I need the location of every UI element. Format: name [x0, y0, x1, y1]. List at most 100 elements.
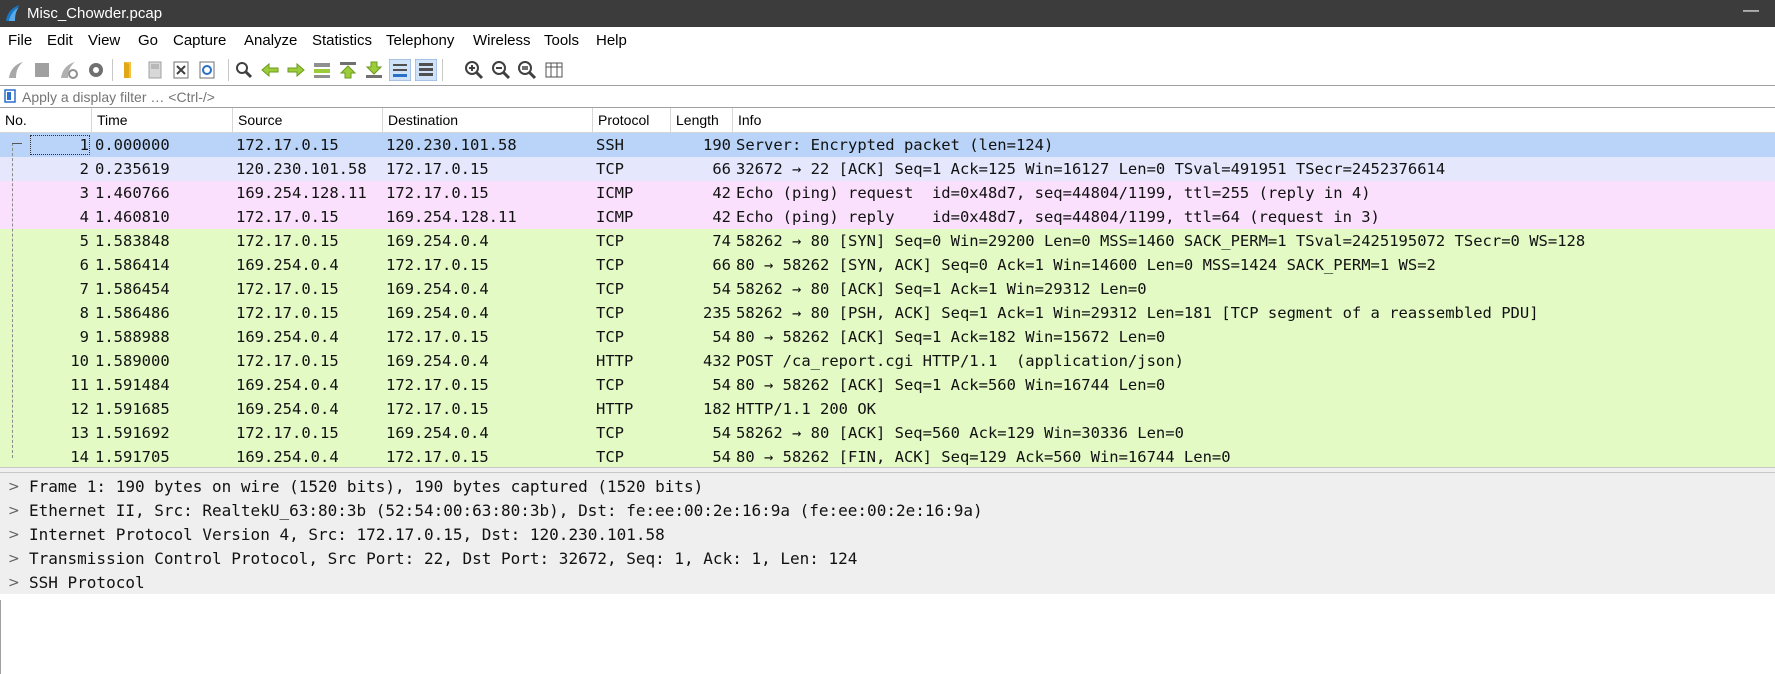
- resize-columns-icon[interactable]: [543, 59, 565, 81]
- packet-row[interactable]: 13 1.591692 172.17.0.15 169.254.0.4 TCP …: [0, 421, 1775, 445]
- column-no[interactable]: No.: [0, 108, 92, 132]
- packet-info: 58262 → 80 [ACK] Seq=1 Ack=1 Win=29312 L…: [736, 280, 1147, 298]
- packet-row[interactable]: 14 1.591705 169.254.0.4 172.17.0.15 TCP …: [0, 445, 1775, 467]
- bookmark-icon[interactable]: [4, 89, 17, 103]
- packet-no: 2: [79, 160, 89, 178]
- chevron-right-icon[interactable]: >: [8, 571, 20, 595]
- menu-capture[interactable]: Capture: [173, 31, 226, 50]
- packet-info: 58262 → 80 [SYN] Seq=0 Win=29200 Len=0 M…: [736, 232, 1586, 250]
- packet-length: 54: [712, 424, 731, 442]
- packet-no: 7: [79, 280, 89, 298]
- column-destination[interactable]: Destination: [383, 108, 593, 132]
- wireshark-fin-icon: [6, 5, 20, 21]
- packet-time: 1.460810: [95, 208, 170, 226]
- packet-protocol: TCP: [596, 256, 624, 274]
- packet-time: 1.591705: [95, 448, 170, 466]
- packet-row[interactable]: 3 1.460766 169.254.128.11 172.17.0.15 IC…: [0, 181, 1775, 205]
- packet-row[interactable]: 12 1.591685 169.254.0.4 172.17.0.15 HTTP…: [0, 397, 1775, 421]
- chevron-right-icon[interactable]: >: [8, 523, 20, 547]
- packet-protocol: ICMP: [596, 184, 634, 202]
- detail-tree-item[interactable]: > Ethernet II, Src: RealtekU_63:80:3b (5…: [0, 499, 1775, 523]
- packet-details-pane: > Frame 1: 190 bytes on wire (1520 bits)…: [0, 473, 1775, 674]
- packet-info: 80 → 58262 [ACK] Seq=1 Ack=560 Win=16744…: [736, 376, 1166, 394]
- detail-text: Frame 1: 190 bytes on wire (1520 bits), …: [29, 477, 704, 496]
- menu-telephony[interactable]: Telephony: [386, 31, 454, 50]
- restart-capture-icon[interactable]: [57, 59, 79, 81]
- packet-no: 9: [79, 328, 89, 346]
- packet-row[interactable]: 8 1.586486 172.17.0.15 169.254.0.4 TCP 2…: [0, 301, 1775, 325]
- capture-options-icon[interactable]: [85, 59, 107, 81]
- chevron-right-icon[interactable]: >: [8, 475, 20, 499]
- column-length[interactable]: Length: [671, 108, 733, 132]
- packet-protocol: TCP: [596, 424, 624, 442]
- menu-file[interactable]: File: [8, 31, 32, 50]
- packet-destination: 120.230.101.58: [386, 136, 517, 154]
- zoom-in-icon[interactable]: [463, 59, 485, 81]
- display-filter-input[interactable]: [22, 86, 1767, 107]
- packet-protocol: TCP: [596, 328, 624, 346]
- packet-time: 1.586486: [95, 304, 170, 322]
- go-first-packet-icon[interactable]: [337, 59, 359, 81]
- packet-no: 5: [79, 232, 89, 250]
- find-packet-icon[interactable]: [233, 59, 255, 81]
- packet-source: 169.254.128.11: [236, 184, 367, 202]
- start-capture-icon[interactable]: [5, 59, 27, 81]
- packet-destination: 172.17.0.15: [386, 376, 489, 394]
- go-forward-icon[interactable]: [285, 59, 307, 81]
- packet-row[interactable]: 6 1.586414 169.254.0.4 172.17.0.15 TCP 6…: [0, 253, 1775, 277]
- detail-tree-item[interactable]: > Transmission Control Protocol, Src Por…: [0, 547, 1775, 571]
- column-time[interactable]: Time: [92, 108, 233, 132]
- detail-tree-item[interactable]: > Internet Protocol Version 4, Src: 172.…: [0, 523, 1775, 547]
- menu-go[interactable]: Go: [138, 31, 158, 50]
- packet-protocol: ICMP: [596, 208, 634, 226]
- packet-destination: 172.17.0.15: [386, 448, 489, 466]
- packet-no: 12: [70, 400, 89, 418]
- packet-row[interactable]: 2 0.235619 120.230.101.58 172.17.0.15 TC…: [0, 157, 1775, 181]
- save-file-icon[interactable]: [144, 59, 166, 81]
- reload-file-icon[interactable]: [196, 59, 218, 81]
- packet-no: 4: [79, 208, 89, 226]
- column-protocol[interactable]: Protocol: [593, 108, 671, 132]
- colorize-icon[interactable]: [415, 59, 437, 81]
- packet-source: 169.254.0.4: [236, 400, 339, 418]
- packet-no: 8: [79, 304, 89, 322]
- packet-row[interactable]: 1 0.000000 172.17.0.15 120.230.101.58 SS…: [0, 133, 1775, 157]
- packet-info: 32672 → 22 [ACK] Seq=1 Ack=125 Win=16127…: [736, 160, 1446, 178]
- detail-tree-item[interactable]: > Frame 1: 190 bytes on wire (1520 bits)…: [0, 475, 1775, 499]
- packet-row[interactable]: 5 1.583848 172.17.0.15 169.254.0.4 TCP 7…: [0, 229, 1775, 253]
- auto-scroll-icon[interactable]: [389, 59, 411, 81]
- menu-wireless[interactable]: Wireless: [473, 31, 531, 50]
- detail-tree-item[interactable]: > SSH Protocol: [0, 571, 1775, 595]
- column-source[interactable]: Source: [233, 108, 383, 132]
- zoom-out-icon[interactable]: [490, 59, 512, 81]
- packet-time: 1.586414: [95, 256, 170, 274]
- menu-analyze[interactable]: Analyze: [244, 31, 297, 50]
- go-back-icon[interactable]: [259, 59, 281, 81]
- packet-row[interactable]: 7 1.586454 172.17.0.15 169.254.0.4 TCP 5…: [0, 277, 1775, 301]
- normal-size-icon[interactable]: [516, 59, 538, 81]
- toolbar-separator: [112, 59, 113, 81]
- close-file-icon[interactable]: [170, 59, 192, 81]
- menu-edit[interactable]: Edit: [47, 31, 73, 50]
- packet-row[interactable]: 4 1.460810 172.17.0.15 169.254.128.11 IC…: [0, 205, 1775, 229]
- menu-tools[interactable]: Tools: [544, 31, 579, 50]
- column-info[interactable]: Info: [733, 108, 1775, 132]
- chevron-right-icon[interactable]: >: [8, 547, 20, 571]
- packet-row[interactable]: 9 1.588988 169.254.0.4 172.17.0.15 TCP 5…: [0, 325, 1775, 349]
- packet-source: 172.17.0.15: [236, 208, 339, 226]
- go-to-packet-icon[interactable]: [311, 59, 333, 81]
- menu-statistics[interactable]: Statistics: [312, 31, 372, 50]
- minimize-button[interactable]: —: [1743, 2, 1759, 20]
- packet-no: 6: [79, 256, 89, 274]
- packet-length: 66: [712, 256, 731, 274]
- packet-no: 1: [79, 136, 89, 154]
- stop-capture-icon[interactable]: [31, 59, 53, 81]
- packet-row[interactable]: 11 1.591484 169.254.0.4 172.17.0.15 TCP …: [0, 373, 1775, 397]
- packet-info: 58262 → 80 [ACK] Seq=560 Ack=129 Win=303…: [736, 424, 1184, 442]
- menu-help[interactable]: Help: [596, 31, 627, 50]
- menu-view[interactable]: View: [88, 31, 120, 50]
- chevron-right-icon[interactable]: >: [8, 499, 20, 523]
- open-file-icon[interactable]: [118, 59, 140, 81]
- packet-row[interactable]: 10 1.589000 172.17.0.15 169.254.0.4 HTTP…: [0, 349, 1775, 373]
- go-last-packet-icon[interactable]: [363, 59, 385, 81]
